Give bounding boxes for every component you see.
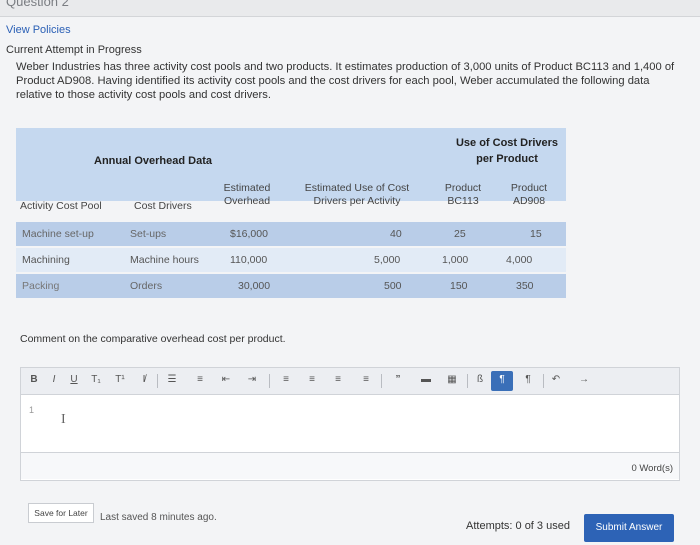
row-use: 5,000 [374, 254, 401, 266]
line-number: 1 [29, 405, 35, 415]
indent-button[interactable]: ⇥ [245, 374, 259, 385]
row-use: 40 [390, 228, 402, 240]
attempts-counter: Attempts: 0 of 3 used [466, 520, 570, 532]
text-cursor-icon: I [61, 412, 66, 427]
superscript-button[interactable]: T¹ [113, 374, 127, 385]
row-ad908: 4,000 [506, 254, 533, 266]
align-center-button[interactable]: ≡ [305, 374, 319, 385]
row-overhead: 110,000 [230, 254, 268, 266]
blockquote-button[interactable]: ” [391, 374, 405, 385]
numbered-list-button[interactable]: ≡ [193, 374, 207, 385]
question-intro: Weber Industries has three activity cost… [16, 61, 675, 101]
current-attempt-label: Current Attempt in Progress [6, 44, 142, 56]
italic-button[interactable]: I [47, 374, 61, 385]
row-pool: Packing [22, 280, 60, 292]
row-drivers: Machine hours [130, 254, 199, 266]
submit-answer-button[interactable]: Submit Answer [584, 514, 674, 542]
toolbar-divider [381, 374, 382, 388]
outdent-button[interactable]: ⇤ [219, 374, 233, 385]
ltr-button[interactable]: ¶ [495, 374, 509, 385]
row-bc113: 25 [454, 228, 466, 240]
editor-toolbar: B I U T₁ T¹ I̸ ☰ ≡ ⇤ ⇥ ≡ ≡ ≡ ≡ ” ▬ ▦ ß ¶… [21, 368, 679, 395]
annual-overhead-header: Annual Overhead Data [94, 155, 212, 167]
row-ad908: 350 [516, 280, 534, 292]
bullet-list-button[interactable]: ☰ [165, 374, 179, 385]
rtl-button[interactable]: ¶ [521, 374, 535, 385]
row-bc113: 150 [450, 280, 468, 292]
insert-table-button[interactable]: ▦ [445, 374, 459, 385]
row-use: 500 [384, 280, 402, 292]
row-overhead: 30,000 [238, 280, 271, 292]
clear-format-button[interactable]: I̸ [137, 374, 151, 385]
last-saved-status: Last saved 8 minutes ago. [100, 512, 217, 523]
word-count: 0 Word(s) [631, 463, 673, 474]
comment-text-area[interactable]: 1 I [21, 395, 679, 450]
align-right-button[interactable]: ≡ [331, 374, 345, 385]
bold-button[interactable]: B [27, 374, 41, 385]
toolbar-divider [157, 374, 158, 388]
col-header-pool: Activity Cost Pool [20, 200, 102, 212]
special-char-button[interactable]: ß [473, 374, 487, 385]
rich-text-editor[interactable]: B I U T₁ T¹ I̸ ☰ ≡ ⇤ ⇥ ≡ ≡ ≡ ≡ ” ▬ ▦ ß ¶… [20, 367, 680, 481]
row-pool: Machining [22, 254, 70, 266]
table-row: Machining Machine hours 110,000 5,000 1,… [16, 248, 566, 272]
view-policies-link[interactable]: View Policies [6, 24, 71, 36]
justify-button[interactable]: ≡ [359, 374, 373, 385]
row-drivers: Orders [130, 280, 163, 292]
row-overhead: $16,000 [230, 228, 268, 240]
save-for-later-button[interactable]: Save for Later [28, 503, 94, 523]
overhead-data-table: Annual Overhead Data Use of Cost Drivers… [16, 128, 566, 302]
top-bar: Question 2 [0, 0, 700, 17]
col-header-overhead: Estimated Overhead [223, 182, 271, 207]
col-header-use: Estimated Use of Cost Drivers per Activi… [304, 182, 410, 207]
comment-prompt: Comment on the comparative overhead cost… [20, 333, 286, 345]
row-pool: Machine set-up [22, 228, 94, 240]
col-header-drivers: Cost Drivers [134, 200, 192, 212]
align-left-button[interactable]: ≡ [279, 374, 293, 385]
row-bc113: 1,000 [442, 254, 469, 266]
row-drivers: Set-ups [130, 228, 167, 240]
subscript-button[interactable]: T₁ [89, 374, 103, 385]
undo-button[interactable]: ↶ [549, 374, 563, 385]
toolbar-divider [543, 374, 544, 388]
toolbar-divider [269, 374, 270, 388]
col-header-bc113: Product BC113 [444, 182, 482, 207]
use-of-drivers-header: Use of Cost Drivers per Product [455, 137, 559, 165]
question-title-fragment: Question 2 [6, 0, 69, 9]
table-row: Machine set-up Set-ups $16,000 40 25 15 [16, 222, 566, 246]
horizontal-rule-button[interactable]: ▬ [419, 374, 433, 385]
editor-status-bar: 0 Word(s) [21, 452, 679, 479]
table-row: Packing Orders 30,000 500 150 350 [16, 274, 566, 298]
redo-button[interactable]: → [577, 374, 591, 385]
col-header-ad908: Product AD908 [510, 182, 548, 207]
underline-button[interactable]: U [67, 374, 81, 385]
toolbar-divider [467, 374, 468, 388]
row-ad908: 15 [530, 228, 542, 240]
